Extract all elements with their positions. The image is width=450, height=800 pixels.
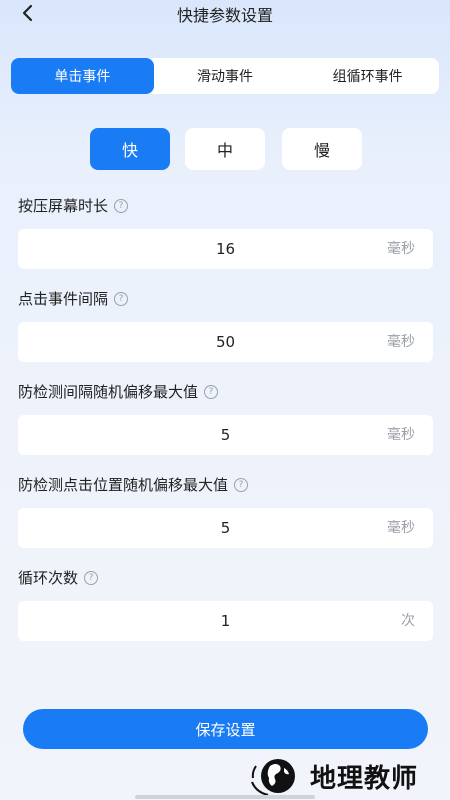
help-icon[interactable]: ? xyxy=(114,198,129,213)
position-random-offset-field[interactable]: 5 毫秒 xyxy=(18,508,433,548)
press-duration-label-text: 按压屏幕时长 xyxy=(18,197,109,215)
tab-loop-group-event[interactable]: 组循环事件 xyxy=(296,58,439,94)
position-random-offset-label: 防检测点击位置随机偏移最大值 ? xyxy=(18,474,249,495)
watermark-text: 地理教师 xyxy=(310,763,419,794)
page-title: 快捷参数设置 xyxy=(176,6,273,25)
position-random-offset-unit: 毫秒 xyxy=(387,520,415,536)
loop-count-value[interactable]: 1 xyxy=(18,601,433,641)
globe-logo-icon xyxy=(246,754,300,798)
watermark: 地理教师 xyxy=(246,752,418,800)
tab-click-event[interactable]: 单击事件 xyxy=(11,58,154,94)
speed-slow-button[interactable]: 慢 xyxy=(282,128,362,170)
event-type-tabs: 单击事件 滑动事件 组循环事件 xyxy=(11,58,439,94)
click-interval-label-text: 点击事件间隔 xyxy=(18,290,109,308)
speed-medium-button[interactable]: 中 xyxy=(185,128,265,170)
loop-count-label-text: 循环次数 xyxy=(18,569,79,587)
press-duration-value[interactable]: 16 xyxy=(18,229,433,269)
interval-random-offset-field[interactable]: 5 毫秒 xyxy=(18,415,433,455)
header: 快捷参数设置 xyxy=(0,0,450,30)
position-random-offset-value[interactable]: 5 xyxy=(18,508,433,548)
interval-random-offset-label: 防检测间隔随机偏移最大值 ? xyxy=(18,381,219,402)
loop-count-field[interactable]: 1 次 xyxy=(18,601,433,641)
click-interval-label: 点击事件间隔 ? xyxy=(18,288,129,309)
loop-count-unit: 次 xyxy=(401,613,415,629)
save-settings-button[interactable]: 保存设置 xyxy=(23,709,428,749)
press-duration-label: 按压屏幕时长 ? xyxy=(18,195,129,216)
press-duration-field[interactable]: 16 毫秒 xyxy=(18,229,433,269)
tab-swipe-event[interactable]: 滑动事件 xyxy=(154,58,297,94)
click-interval-unit: 毫秒 xyxy=(387,334,415,350)
loop-count-label: 循环次数 ? xyxy=(18,567,99,588)
help-icon[interactable]: ? xyxy=(234,477,249,492)
click-interval-field[interactable]: 50 毫秒 xyxy=(18,322,433,362)
interval-random-offset-label-text: 防检测间隔随机偏移最大值 xyxy=(18,383,199,401)
speed-selector: 快 中 慢 xyxy=(0,128,450,170)
interval-random-offset-value[interactable]: 5 xyxy=(18,415,433,455)
press-duration-unit: 毫秒 xyxy=(387,241,415,257)
position-random-offset-label-text: 防检测点击位置随机偏移最大值 xyxy=(18,476,229,494)
help-icon[interactable]: ? xyxy=(114,291,129,306)
speed-fast-button[interactable]: 快 xyxy=(90,128,170,170)
interval-random-offset-unit: 毫秒 xyxy=(387,427,415,443)
home-indicator xyxy=(135,795,315,799)
click-interval-value[interactable]: 50 xyxy=(18,322,433,362)
help-icon[interactable]: ? xyxy=(84,570,99,585)
help-icon[interactable]: ? xyxy=(204,384,219,399)
